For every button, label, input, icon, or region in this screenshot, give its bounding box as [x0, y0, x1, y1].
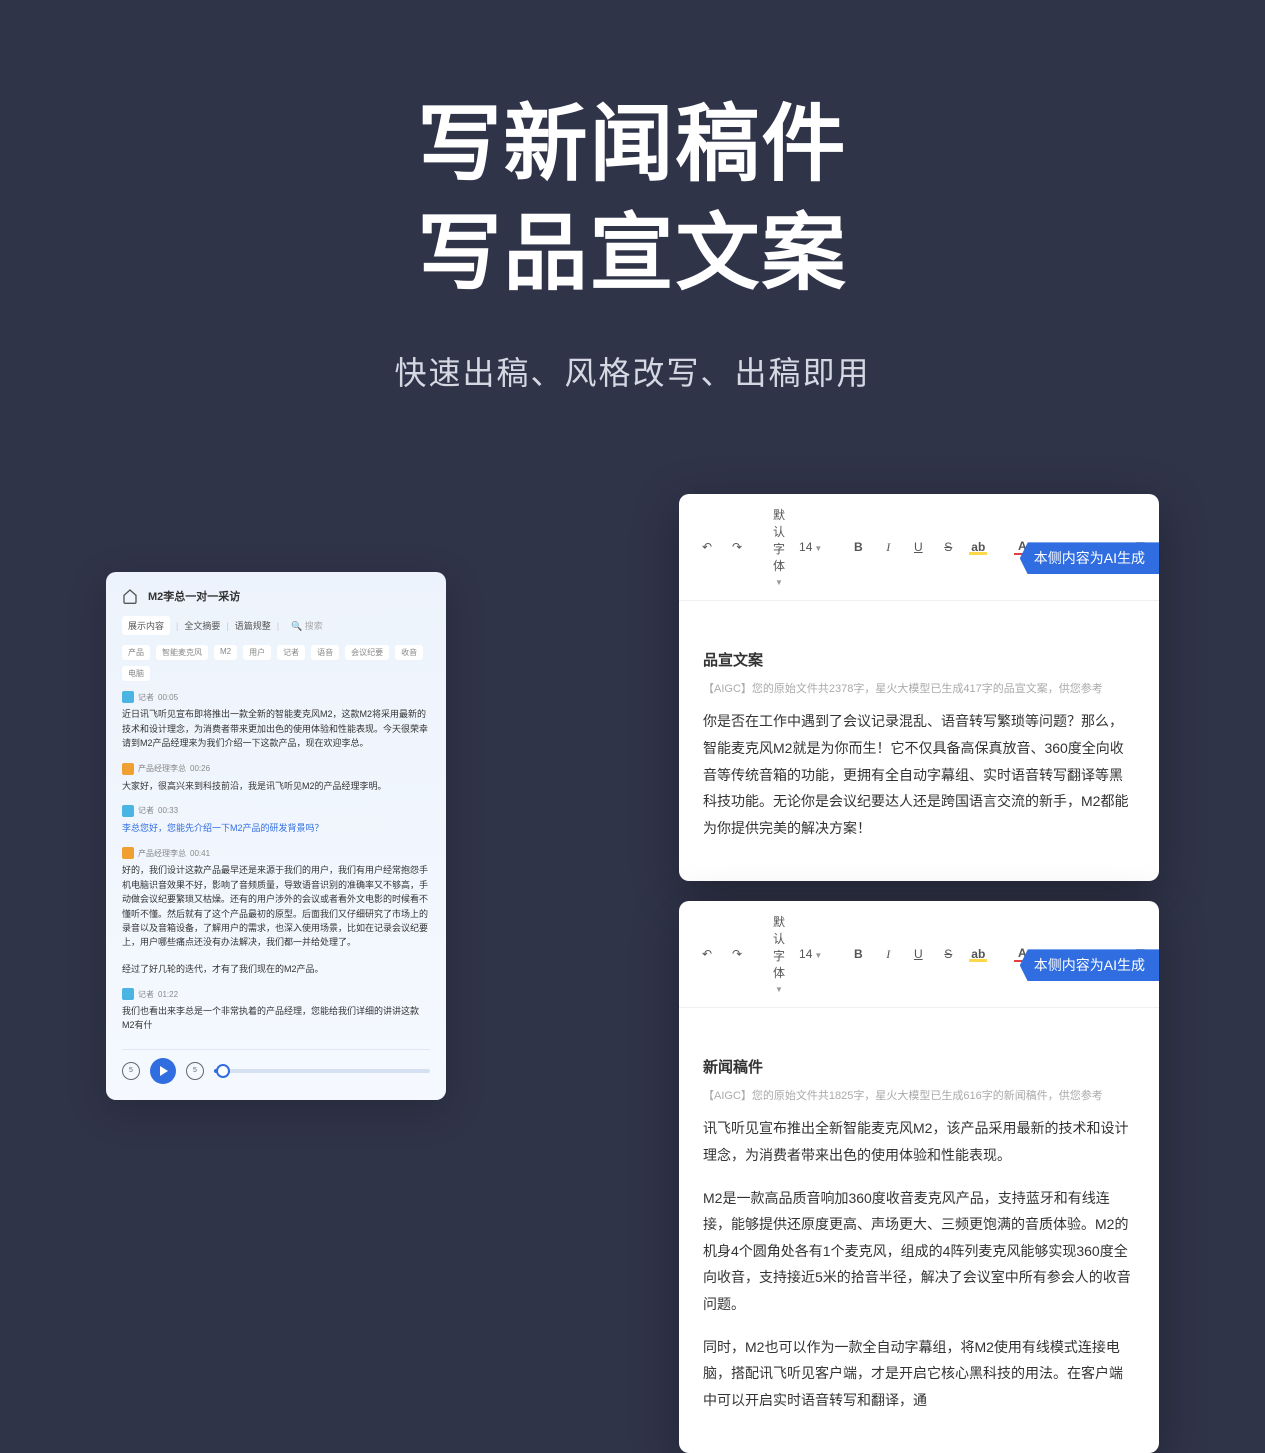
size-dropdown[interactable]: 14▼	[799, 947, 822, 961]
speaker-name: 记者	[138, 692, 154, 703]
avatar-icon	[122, 805, 134, 817]
font-dropdown[interactable]: 默认字体▼	[773, 913, 785, 995]
home-icon[interactable]	[122, 588, 138, 604]
hero-title: 写新闻稿件 写品宣文案	[0, 90, 1265, 308]
bold-button[interactable]: B	[850, 947, 866, 961]
search-input[interactable]: 🔍 搜索	[285, 616, 430, 635]
body-paragraph: 你是否在工作中遇到了会议记录混乱、语音转写繁琐等问题？那么，智能麦克风M2就是为…	[703, 708, 1135, 841]
speaker-name: 产品经理李总	[138, 763, 186, 774]
timestamp: 01:22	[158, 990, 178, 999]
font-dropdown[interactable]: 默认字体▼	[773, 506, 785, 588]
doc-meta: 【AIGC】您的原始文件共1825字，星火大模型已生成616字的新闻稿件，供您参…	[703, 1087, 1135, 1103]
doc-title: 新闻稿件	[703, 1056, 1135, 1077]
body-paragraph: 同时，M2也可以作为一款全自动字幕组，将M2使用有线模式连接电脑，搭配讯飞听见客…	[703, 1334, 1135, 1414]
tag[interactable]: 产品	[122, 645, 150, 660]
tab-refine[interactable]: 语篇规整	[235, 619, 271, 632]
ai-badge: 本侧内容为AI生成	[1020, 542, 1159, 574]
undo-button[interactable]: ↶	[699, 947, 715, 961]
tag[interactable]: 电脑	[122, 666, 150, 681]
message-text: 经过了好几轮的迭代，才有了我们现在的M2产品。	[122, 962, 430, 976]
tag[interactable]: 用户	[243, 645, 271, 660]
message: 记者 00:33 李总您好，您能先介绍一下M2产品的研发背景吗？	[122, 805, 430, 835]
message: 记者 00:05 近日讯飞听见宣布即将推出一款全新的智能麦克风M2，这款M2将采用最…	[122, 691, 430, 750]
play-button[interactable]	[150, 1058, 176, 1084]
transcript-panel: M2李总一对一采访 展示内容 | 全文摘要 | 语篇规整 | 🔍 搜索 产品智能…	[106, 572, 446, 1099]
tab-display[interactable]: 展示内容	[122, 616, 170, 635]
avatar-icon	[122, 763, 134, 775]
body-paragraph: 讯飞听见宣布推出全新智能麦克风M2，该产品采用最新的技术和设计理念，为消费者带来…	[703, 1115, 1135, 1168]
highlight-button[interactable]: ab	[970, 947, 986, 961]
progress-bar[interactable]	[214, 1069, 430, 1073]
underline-button[interactable]: U	[910, 947, 926, 961]
hero-subtitle: 快速出稿、风格改写、出稿即用	[0, 348, 1265, 394]
avatar-icon	[122, 847, 134, 859]
tag[interactable]: 记者	[277, 645, 305, 660]
message-text: 大家好，很高兴来到科技前沿，我是讯飞听见M2的产品经理李明。	[122, 779, 430, 793]
highlight-button[interactable]: ab	[970, 540, 986, 554]
message: 记者 01:22 我们也看出来李总是一个非常执着的产品经理，您能给我们详细的讲讲这款…	[122, 988, 430, 1033]
avatar-icon	[122, 691, 134, 703]
doc-meta: 【AIGC】您的原始文件共2378字，星火大模型已生成417字的品宣文案，供您参…	[703, 680, 1135, 696]
tag[interactable]: 智能麦克风	[156, 645, 208, 660]
message-text: 好的，我们设计这款产品最早还是来源于我们的用户，我们有用户经常抱怨手机电脑识音效…	[122, 863, 430, 949]
message: 经过了好几轮的迭代，才有了我们现在的M2产品。	[122, 962, 430, 976]
timestamp: 00:41	[190, 849, 210, 858]
doc-title: 品宣文案	[703, 649, 1135, 670]
message: 产品经理李总 00:41 好的，我们设计这款产品最早还是来源于我们的用户，我们有用户…	[122, 847, 430, 949]
message-text: 近日讯飞听见宣布即将推出一款全新的智能麦克风M2，这款M2将采用最新的技术和设计…	[122, 707, 430, 750]
rewind-button[interactable]: 5	[122, 1062, 140, 1080]
size-dropdown[interactable]: 14▼	[799, 540, 822, 554]
doc-text: 讯飞听见宣布推出全新智能麦克风M2，该产品采用最新的技术和设计理念，为消费者带来…	[703, 1115, 1135, 1413]
timestamp: 00:26	[190, 764, 210, 773]
message-text: 我们也看出来李总是一个非常执着的产品经理，您能给我们详细的讲讲这款M2有什	[122, 1004, 430, 1033]
tag[interactable]: 收音	[395, 645, 423, 660]
redo-button[interactable]: ↷	[729, 540, 745, 554]
ai-badge: 本侧内容为AI生成	[1020, 949, 1159, 981]
strike-button[interactable]: S	[940, 540, 956, 554]
strike-button[interactable]: S	[940, 947, 956, 961]
avatar-icon	[122, 988, 134, 1000]
undo-button[interactable]: ↶	[699, 540, 715, 554]
tag[interactable]: 语音	[311, 645, 339, 660]
editor-card: ↶ ↷ 默认字体▼ 14▼ B I U S ab A ≡ ⋮≡ ☑ 本侧内容为A…	[679, 901, 1159, 1453]
tag-row: 产品智能麦克风 M2 用户记者语音会议纪要收音电脑	[122, 645, 430, 681]
italic-button[interactable]: I	[880, 947, 896, 962]
audio-player: 5 5	[122, 1049, 430, 1084]
transcript-title: M2李总一对一采访	[148, 588, 240, 604]
speaker-name: 产品经理李总	[138, 848, 186, 859]
hero: 写新闻稿件 写品宣文案 快速出稿、风格改写、出稿即用	[0, 0, 1265, 394]
tab-summary[interactable]: 全文摘要	[184, 619, 220, 632]
timestamp: 00:05	[158, 693, 178, 702]
timestamp: 00:33	[158, 806, 178, 815]
body-paragraph: M2是一款高品质音响加360度收音麦克风产品，支持蓝牙和有线连接，能够提供还原度…	[703, 1185, 1135, 1318]
tag[interactable]: 会议纪要	[345, 645, 389, 660]
forward-button[interactable]: 5	[186, 1062, 204, 1080]
redo-button[interactable]: ↷	[729, 947, 745, 961]
tag[interactable]: M2	[214, 645, 237, 660]
underline-button[interactable]: U	[910, 540, 926, 554]
doc-text: 你是否在工作中遇到了会议记录混乱、语音转写繁琐等问题？那么，智能麦克风M2就是为…	[703, 708, 1135, 841]
bold-button[interactable]: B	[850, 540, 866, 554]
italic-button[interactable]: I	[880, 540, 896, 555]
editor-card: ↶ ↷ 默认字体▼ 14▼ B I U S ab A ≡ ⋮≡ ☑ 本侧内容为A…	[679, 494, 1159, 881]
message: 产品经理李总 00:26 大家好，很高兴来到科技前沿，我是讯飞听见M2的产品经理李明…	[122, 763, 430, 793]
speaker-name: 记者	[138, 989, 154, 1000]
speaker-name: 记者	[138, 805, 154, 816]
message-text: 李总您好，您能先介绍一下M2产品的研发背景吗？	[122, 821, 430, 835]
